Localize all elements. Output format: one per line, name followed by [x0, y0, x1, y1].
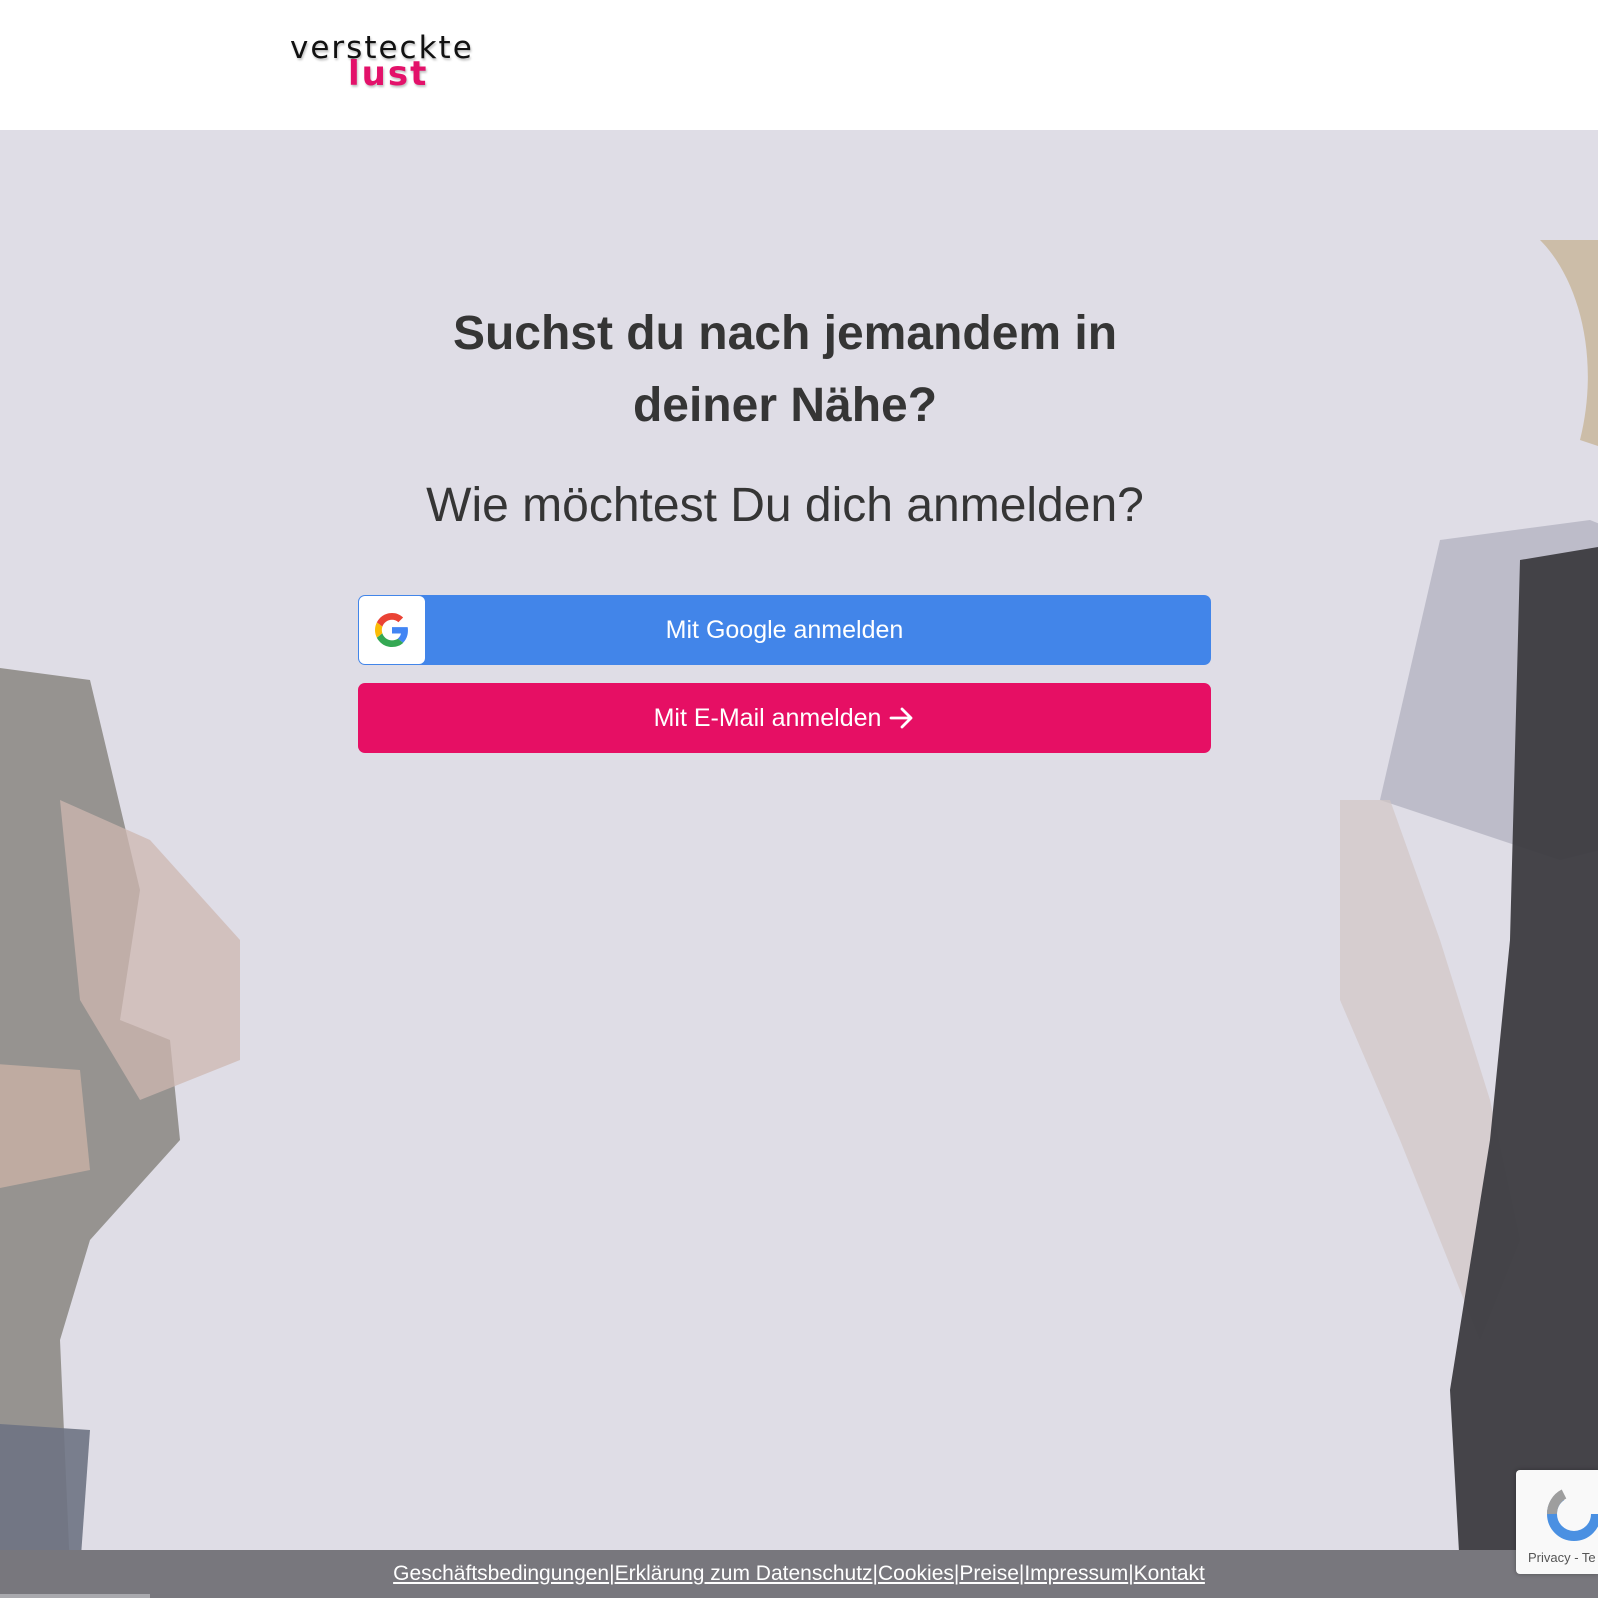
email-login-label: Mit E-Mail anmelden — [653, 703, 882, 732]
recaptcha-privacy-text[interactable]: Privacy - Te — [1528, 1550, 1596, 1565]
background-person-right-image — [1340, 240, 1598, 1550]
logo-text-bottom: lust — [348, 54, 429, 94]
footer-links: Geschäftsbedingungen | Erklärung zum Dat… — [0, 1550, 1598, 1598]
page-subheadline: Wie möchtest Du dich anmelden? — [426, 479, 1144, 532]
google-login-button[interactable]: Mit Google anmelden — [358, 595, 1211, 665]
google-login-label: Mit Google anmelden — [665, 615, 904, 644]
arrow-right-icon — [890, 707, 913, 729]
recaptcha-icon — [1547, 1487, 1598, 1541]
footer-link-privacy[interactable]: Erklärung zum Datenschutz — [615, 1562, 873, 1586]
footer-link-imprint[interactable]: Impressum — [1024, 1562, 1128, 1586]
footer-link-terms[interactable]: Geschäftsbedingungen — [393, 1562, 609, 1586]
footer-link-cookies[interactable]: Cookies — [878, 1562, 954, 1586]
footer-link-contact[interactable]: Kontakt — [1134, 1562, 1205, 1586]
main-content: Suchst du nach jemandem in deiner Nähe? … — [0, 130, 1598, 1550]
site-header: versteckte lust — [0, 0, 1598, 130]
background-person-left-image — [0, 668, 240, 1550]
site-logo[interactable]: versteckte lust — [290, 30, 500, 96]
page-headline: Suchst du nach jemandem in deiner Nähe? — [452, 307, 1118, 432]
google-icon — [359, 596, 425, 664]
site-footer: Geschäftsbedingungen | Erklärung zum Dat… — [0, 1550, 1598, 1598]
footer-link-prices[interactable]: Preise — [959, 1562, 1019, 1586]
email-login-button[interactable]: Mit E-Mail anmelden — [358, 683, 1211, 753]
recaptcha-badge[interactable]: Privacy - Te — [1516, 1470, 1598, 1574]
footer-progress-bar — [0, 1594, 150, 1598]
